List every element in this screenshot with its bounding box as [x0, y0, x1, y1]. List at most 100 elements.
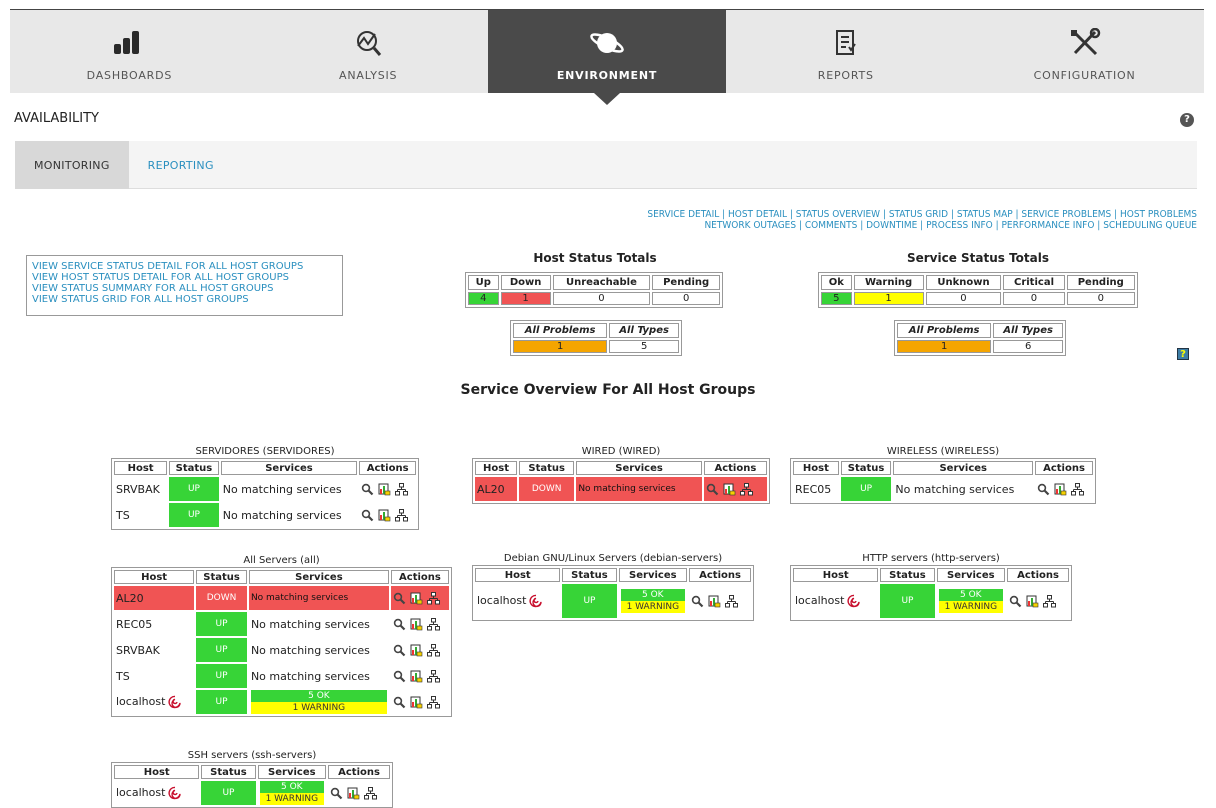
link-service-problems[interactable]: SERVICE PROBLEMS	[1021, 209, 1111, 220]
link-view-status-grid[interactable]: VIEW STATUS GRID FOR ALL HOST GROUPS	[32, 294, 337, 305]
hostgroup-title[interactable]: Debian GNU/Linux Servers (debian-servers…	[472, 553, 754, 564]
hostgroup-title[interactable]: WIRELESS (WIRELESS)	[790, 446, 1096, 457]
search-icon[interactable]	[330, 787, 343, 800]
service-ok-count[interactable]: 5 OK	[250, 690, 387, 702]
network-map-icon[interactable]	[427, 618, 440, 631]
status-badge[interactable]: UP	[169, 477, 219, 501]
count-unreachable[interactable]: 0	[552, 292, 651, 305]
count-critical[interactable]: 0	[1003, 292, 1065, 305]
nav-tab-configuration[interactable]: CONFIGURATION	[965, 10, 1204, 93]
link-comments[interactable]: COMMENTS	[805, 220, 858, 231]
header-up[interactable]: Up	[468, 275, 499, 290]
header-all-types[interactable]: All Types	[993, 323, 1063, 338]
chart-icon[interactable]	[378, 483, 391, 496]
search-icon[interactable]	[706, 483, 719, 496]
search-icon[interactable]	[393, 592, 406, 605]
link-host-detail[interactable]: HOST DETAIL	[728, 209, 787, 220]
status-badge[interactable]: UP	[840, 477, 892, 501]
chart-icon[interactable]	[410, 644, 423, 657]
network-map-icon[interactable]	[1071, 483, 1084, 496]
link-host-problems[interactable]: HOST PROBLEMS	[1120, 209, 1197, 220]
link-status-map[interactable]: STATUS MAP	[957, 209, 1013, 220]
header-all-types[interactable]: All Types	[609, 323, 679, 338]
chart-icon[interactable]	[1054, 483, 1067, 496]
header-unknown[interactable]: Unknown	[925, 275, 1002, 290]
status-badge[interactable]: UP	[196, 690, 247, 714]
service-warning-count[interactable]: 1 WARNING	[620, 601, 686, 613]
service-warning-count[interactable]: 1 WARNING	[259, 793, 325, 805]
network-map-icon[interactable]	[1043, 595, 1056, 608]
search-icon[interactable]	[361, 509, 374, 522]
hostgroup-title[interactable]: SERVIDORES (SERVIDORES)	[111, 446, 419, 457]
status-badge[interactable]: DOWN	[196, 586, 247, 610]
status-badge[interactable]: UP	[196, 612, 247, 636]
network-map-icon[interactable]	[725, 595, 738, 608]
help-icon[interactable]: ?	[1177, 348, 1189, 360]
header-ok[interactable]: Ok	[821, 275, 852, 290]
tab-monitoring[interactable]: MONITORING	[15, 141, 129, 189]
service-ok-count[interactable]: 5 OK	[259, 781, 325, 793]
link-downtime[interactable]: DOWNTIME	[866, 220, 917, 231]
help-icon[interactable]: ?	[1180, 113, 1194, 127]
search-icon[interactable]	[1037, 483, 1050, 496]
count-pending[interactable]: 0	[1066, 292, 1135, 305]
network-map-icon[interactable]	[364, 787, 377, 800]
search-icon[interactable]	[393, 696, 406, 709]
network-map-icon[interactable]	[427, 696, 440, 709]
host-name[interactable]: localhost	[795, 594, 844, 607]
search-icon[interactable]	[393, 618, 406, 631]
service-warning-count[interactable]: 1 WARNING	[938, 601, 1004, 613]
count-up[interactable]: 4	[468, 292, 499, 305]
header-down[interactable]: Down	[500, 275, 551, 290]
status-badge[interactable]: UP	[880, 584, 935, 618]
link-performance-info[interactable]: PERFORMANCE INFO	[1001, 220, 1094, 231]
host-name[interactable]: REC05	[793, 477, 839, 501]
chart-icon[interactable]	[347, 787, 360, 800]
service-warning-count[interactable]: 1 WARNING	[250, 702, 387, 714]
host-name[interactable]: localhost	[116, 786, 165, 799]
tab-reporting[interactable]: REPORTING	[129, 141, 233, 189]
link-view-status-summary[interactable]: VIEW STATUS SUMMARY FOR ALL HOST GROUPS	[32, 283, 337, 294]
link-view-service-status-detail[interactable]: VIEW SERVICE STATUS DETAIL FOR ALL HOST …	[32, 261, 337, 272]
count-down[interactable]: 1	[500, 292, 551, 305]
chart-icon[interactable]	[378, 509, 391, 522]
host-name[interactable]: SRVBAK	[114, 638, 194, 662]
count-pending[interactable]: 0	[652, 292, 720, 305]
count-unknown[interactable]: 0	[925, 292, 1002, 305]
link-status-grid[interactable]: STATUS GRID	[889, 209, 948, 220]
count-warning[interactable]: 1	[853, 292, 924, 305]
network-map-icon[interactable]	[427, 670, 440, 683]
network-map-icon[interactable]	[427, 644, 440, 657]
network-map-icon[interactable]	[427, 592, 440, 605]
hostgroup-title[interactable]: WIRED (WIRED)	[472, 446, 770, 457]
hostgroup-title[interactable]: SSH servers (ssh-servers)	[111, 750, 393, 761]
service-ok-count[interactable]: 5 OK	[938, 589, 1004, 601]
chart-icon[interactable]	[1026, 595, 1039, 608]
header-all-problems[interactable]: All Problems	[897, 323, 992, 338]
header-warning[interactable]: Warning	[853, 275, 924, 290]
network-map-icon[interactable]	[395, 483, 408, 496]
search-icon[interactable]	[691, 595, 704, 608]
status-badge[interactable]: UP	[169, 503, 219, 527]
network-map-icon[interactable]	[740, 483, 753, 496]
host-name[interactable]: SRVBAK	[114, 477, 167, 501]
host-name[interactable]: REC05	[114, 612, 194, 636]
status-badge[interactable]: UP	[196, 638, 247, 662]
search-icon[interactable]	[1009, 595, 1022, 608]
chart-icon[interactable]	[410, 618, 423, 631]
chart-icon[interactable]	[723, 483, 736, 496]
chart-icon[interactable]	[410, 696, 423, 709]
nav-tab-reports[interactable]: REPORTS	[726, 10, 965, 93]
nav-tab-analysis[interactable]: ANALYSIS	[249, 10, 488, 93]
link-scheduling-queue[interactable]: SCHEDULING QUEUE	[1103, 220, 1197, 231]
chart-icon[interactable]	[708, 595, 721, 608]
link-view-host-status-detail[interactable]: VIEW HOST STATUS DETAIL FOR ALL HOST GRO…	[32, 272, 337, 283]
link-status-overview[interactable]: STATUS OVERVIEW	[796, 209, 880, 220]
count-all-problems[interactable]: 1	[897, 340, 992, 353]
header-pending[interactable]: Pending	[652, 275, 720, 290]
service-ok-count[interactable]: 5 OK	[620, 589, 686, 601]
link-service-detail[interactable]: SERVICE DETAIL	[647, 209, 719, 220]
search-icon[interactable]	[361, 483, 374, 496]
network-map-icon[interactable]	[395, 509, 408, 522]
host-name[interactable]: AL20	[114, 586, 195, 610]
